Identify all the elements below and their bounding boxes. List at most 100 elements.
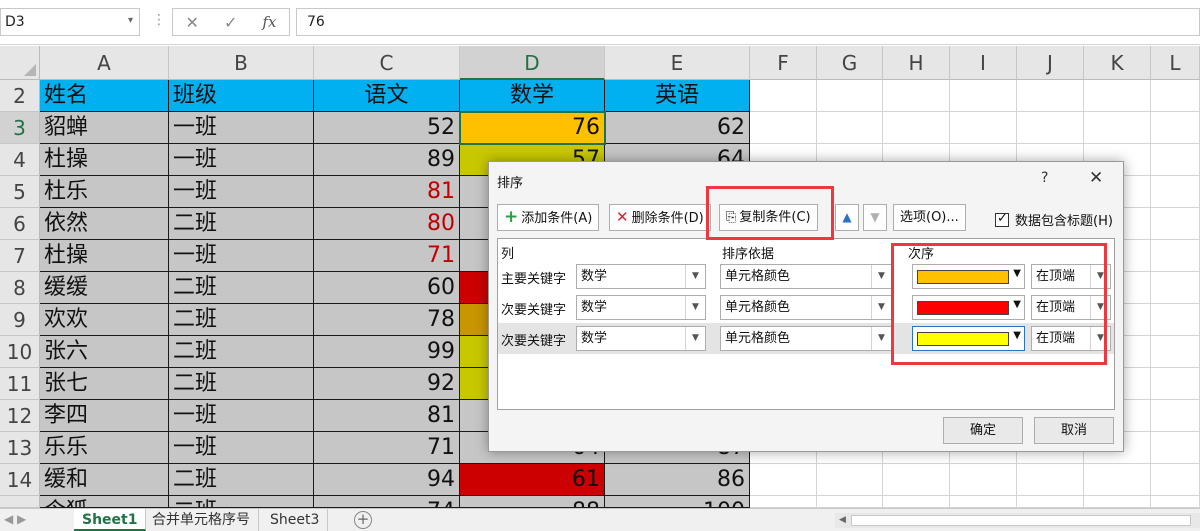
header-cell-class[interactable]: 班级 <box>169 80 314 112</box>
data-cell-name[interactable]: 乐乐 <box>40 432 169 464</box>
sheet-tab-merged-index[interactable]: 合并单元格序号 <box>144 509 259 531</box>
tab-scroll-arrows-icon[interactable]: ◀ ▶ <box>4 512 26 526</box>
sheet-tab-sheet3[interactable]: Sheet3 <box>262 509 329 531</box>
data-cell-partial-name[interactable]: 令狐 <box>40 496 169 508</box>
data-cell-class[interactable]: 一班 <box>169 144 314 176</box>
name-box[interactable]: D3 ▾ <box>0 8 140 36</box>
data-cell-class[interactable]: 二班 <box>169 464 314 496</box>
data-cell-class[interactable]: 一班 <box>169 112 314 144</box>
sheet-tab-sheet1[interactable]: Sheet1 <box>74 509 147 531</box>
column-header-c[interactable]: C <box>314 46 460 80</box>
position-select[interactable]: 在顶端 ▼ <box>1031 264 1111 289</box>
row-header[interactable]: 7 <box>0 240 40 272</box>
row-header[interactable]: 10 <box>0 336 40 368</box>
empty-cell[interactable] <box>883 496 950 508</box>
column-header-b[interactable]: B <box>169 46 314 80</box>
copy-condition-button[interactable]: ⎘ 复制条件(C) <box>719 204 818 231</box>
data-cell-chinese[interactable]: 80 <box>314 208 460 240</box>
empty-cell[interactable] <box>1151 176 1200 208</box>
sort-level-row[interactable]: 次要关键字 数学 ▼ 单元格颜色 ▼ ▼ 在顶端 ▼ <box>498 323 1114 354</box>
order-color-picker[interactable]: ▼ <box>912 326 1025 351</box>
data-cell-name[interactable]: 缓缓 <box>40 272 169 304</box>
close-icon[interactable]: ✕ <box>1089 168 1103 188</box>
empty-cell[interactable] <box>1151 304 1200 336</box>
delete-condition-button[interactable]: ✕ 删除条件(D) <box>609 204 711 231</box>
empty-cell[interactable] <box>1017 496 1084 508</box>
empty-cell[interactable] <box>1017 112 1084 144</box>
empty-cell[interactable] <box>817 464 883 496</box>
data-cell-english[interactable]: 62 <box>605 112 750 144</box>
empty-cell[interactable] <box>1151 400 1200 432</box>
data-cell-chinese[interactable]: 71 <box>314 240 460 272</box>
ok-button[interactable]: 确定 <box>943 417 1023 444</box>
empty-cell[interactable] <box>1084 496 1151 508</box>
column-header-e[interactable]: E <box>605 46 750 80</box>
row-header[interactable]: 14 <box>0 464 40 496</box>
empty-cell[interactable] <box>883 112 950 144</box>
column-select[interactable]: 数学 ▼ <box>576 326 706 351</box>
cancel-formula-icon[interactable]: ✕ <box>186 13 199 32</box>
row-header[interactable]: 9 <box>0 304 40 336</box>
empty-cell[interactable] <box>750 80 817 112</box>
empty-cell[interactable] <box>817 112 883 144</box>
row-header[interactable]: 8 <box>0 272 40 304</box>
empty-cell[interactable] <box>750 464 817 496</box>
row-header[interactable]: 5 <box>0 176 40 208</box>
move-down-button[interactable]: ▼ <box>863 204 887 231</box>
data-cell-math[interactable]: 76 <box>460 112 605 144</box>
data-cell-english[interactable]: 86 <box>605 464 750 496</box>
data-cell-math[interactable]: 61 <box>460 464 605 496</box>
data-cell-name[interactable]: 貂蝉 <box>40 112 169 144</box>
header-cell-chinese[interactable]: 语文 <box>314 80 460 112</box>
chevron-down-icon[interactable]: ▼ <box>1090 296 1110 319</box>
column-select[interactable]: 数学 ▼ <box>576 295 706 320</box>
sort-level-row[interactable]: 主要关键字 数学 ▼ 单元格颜色 ▼ ▼ 在顶端 ▼ <box>498 261 1114 292</box>
data-cell-partial-english[interactable]: 100 <box>605 496 750 508</box>
empty-cell[interactable] <box>1151 112 1200 144</box>
options-button[interactable]: 选项(O)... <box>893 204 966 231</box>
empty-cell[interactable] <box>750 496 817 508</box>
row-header-partial[interactable] <box>0 496 40 508</box>
data-cell-chinese[interactable]: 52 <box>314 112 460 144</box>
checkbox-checked-icon[interactable] <box>995 211 1009 227</box>
help-icon[interactable]: ? <box>1041 170 1048 186</box>
empty-cell[interactable] <box>1084 464 1151 496</box>
row-header[interactable]: 12 <box>0 400 40 432</box>
row-header[interactable]: 3 <box>0 112 40 144</box>
empty-cell[interactable] <box>750 112 817 144</box>
data-cell-name[interactable]: 依然 <box>40 208 169 240</box>
chevron-down-icon[interactable]: ▼ <box>871 327 891 350</box>
data-cell-name[interactable]: 李四 <box>40 400 169 432</box>
scroll-left-icon[interactable]: ◀ <box>835 513 850 528</box>
move-up-button[interactable]: ▲ <box>835 204 859 231</box>
column-header-i[interactable]: I <box>950 46 1017 80</box>
data-cell-chinese[interactable]: 99 <box>314 336 460 368</box>
add-sheet-icon[interactable]: + <box>354 511 372 529</box>
chevron-down-icon[interactable]: ▾ <box>128 15 133 26</box>
empty-cell[interactable] <box>1151 464 1200 496</box>
row-header[interactable]: 4 <box>0 144 40 176</box>
sort-on-select[interactable]: 单元格颜色 ▼ <box>720 295 892 320</box>
data-cell-partial-chinese[interactable]: 74 <box>314 496 460 508</box>
empty-cell[interactable] <box>1017 464 1084 496</box>
sort-on-select[interactable]: 单元格颜色 ▼ <box>720 264 892 289</box>
row-header[interactable]: 6 <box>0 208 40 240</box>
column-header-j[interactable]: J <box>1017 46 1084 80</box>
formula-input[interactable]: 76 <box>296 8 1200 36</box>
data-cell-chinese[interactable]: 71 <box>314 432 460 464</box>
header-cell-english[interactable]: 英语 <box>605 80 750 112</box>
data-cell-partial-math[interactable]: 88 <box>460 496 605 508</box>
empty-cell[interactable] <box>1084 112 1151 144</box>
has-headers-checkbox[interactable]: 数据包含标题(H) <box>995 210 1113 229</box>
chevron-down-icon[interactable]: ▼ <box>1090 327 1110 350</box>
horizontal-scrollbar[interactable]: ◀ <box>835 513 1200 528</box>
data-cell-class[interactable]: 一班 <box>169 400 314 432</box>
data-cell-class[interactable]: 一班 <box>169 240 314 272</box>
position-select[interactable]: 在顶端 ▼ <box>1031 295 1111 320</box>
empty-cell[interactable] <box>1151 272 1200 304</box>
caret-down-icon[interactable]: ▼ <box>1013 330 1021 341</box>
chevron-down-icon[interactable]: ▼ <box>871 265 891 288</box>
empty-cell[interactable] <box>1084 80 1151 112</box>
data-cell-chinese[interactable]: 81 <box>314 400 460 432</box>
data-cell-class[interactable]: 一班 <box>169 432 314 464</box>
